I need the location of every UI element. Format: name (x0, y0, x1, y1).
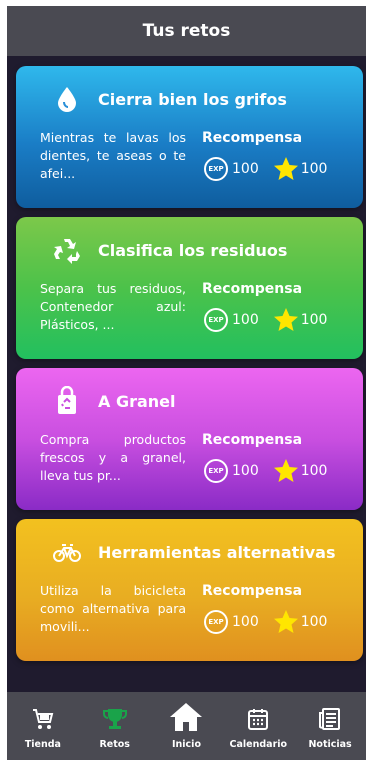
calendar-icon (246, 706, 270, 732)
tab-label: Tienda (24, 739, 61, 750)
challenge-description: Separa tus residuos, Contenedor azul: Pl… (40, 281, 186, 332)
challenge-description: Compra productos frescos y a granel, lle… (40, 432, 186, 483)
bottom-nav: Tienda Retos Inicio Calendario Noticias (7, 692, 366, 760)
challenge-card[interactable]: A Granel Compra productos frescos y a gr… (16, 368, 363, 510)
tab-label: Calendario (229, 739, 288, 750)
reward-label: Recompensa (202, 130, 303, 146)
reward-row: EXP 100 100 (204, 156, 327, 182)
challenge-card[interactable]: Herramientas alternativas Utiliza la bic… (16, 519, 363, 661)
star-value: 100 (300, 161, 328, 177)
reward-label: Recompensa (202, 432, 303, 448)
challenge-title: Clasifica los residuos (98, 241, 288, 260)
tab-retos[interactable]: Retos (79, 692, 151, 760)
tab-label: Inicio (172, 739, 201, 750)
exp-icon: EXP (204, 459, 228, 483)
challenge-card[interactable]: Cierra bien los grifos Mientras te lavas… (16, 66, 363, 208)
tab-tienda[interactable]: Tienda (7, 692, 79, 760)
newspaper-icon (318, 706, 342, 732)
cart-icon (31, 706, 55, 732)
exp-icon: EXP (204, 610, 228, 634)
reward-label: Recompensa (202, 583, 303, 599)
challenge-title: A Granel (98, 392, 176, 411)
star-value: 100 (300, 614, 328, 630)
challenge-title: Cierra bien los grifos (98, 90, 287, 109)
star-icon (273, 156, 299, 182)
home-icon (169, 702, 203, 732)
water-drop-icon (52, 84, 82, 114)
exp-icon: EXP (204, 157, 228, 181)
bicycle-icon (52, 537, 82, 567)
challenge-description: Utiliza la bicicleta como alternativa pa… (40, 583, 186, 634)
challenge-list[interactable]: Cierra bien los grifos Mientras te lavas… (7, 56, 366, 692)
tab-inicio[interactable]: Inicio (151, 692, 223, 760)
exp-value: 100 (232, 463, 259, 479)
tab-label: Retos (99, 739, 130, 750)
reward-label: Recompensa (202, 281, 303, 297)
exp-value: 100 (232, 312, 259, 328)
page-title: Tus retos (142, 21, 231, 41)
recycle-bag-icon (52, 386, 82, 416)
star-icon (273, 307, 299, 333)
reward-row: EXP 100 100 (204, 307, 327, 333)
star-icon (273, 458, 299, 484)
challenge-title: Herramientas alternativas (98, 543, 336, 562)
exp-value: 100 (232, 614, 259, 630)
challenge-card[interactable]: Clasifica los residuos Separa tus residu… (16, 217, 363, 359)
challenge-description: Mientras te lavas los dientes, te aseas … (40, 130, 186, 181)
star-icon (273, 609, 299, 635)
exp-icon: EXP (204, 308, 228, 332)
app-screen: Tus retos Cierra bien los grifos Mientra… (7, 6, 366, 760)
star-value: 100 (300, 312, 328, 328)
tab-label: Noticias (308, 739, 352, 750)
tab-calendario[interactable]: Calendario (222, 692, 294, 760)
star-value: 100 (300, 463, 328, 479)
trophy-icon (102, 706, 127, 732)
top-bar: Tus retos (7, 6, 366, 56)
reward-row: EXP 100 100 (204, 609, 327, 635)
exp-value: 100 (232, 161, 259, 177)
recycle-icon (52, 235, 82, 265)
reward-row: EXP 100 100 (204, 458, 327, 484)
tab-noticias[interactable]: Noticias (294, 692, 366, 760)
